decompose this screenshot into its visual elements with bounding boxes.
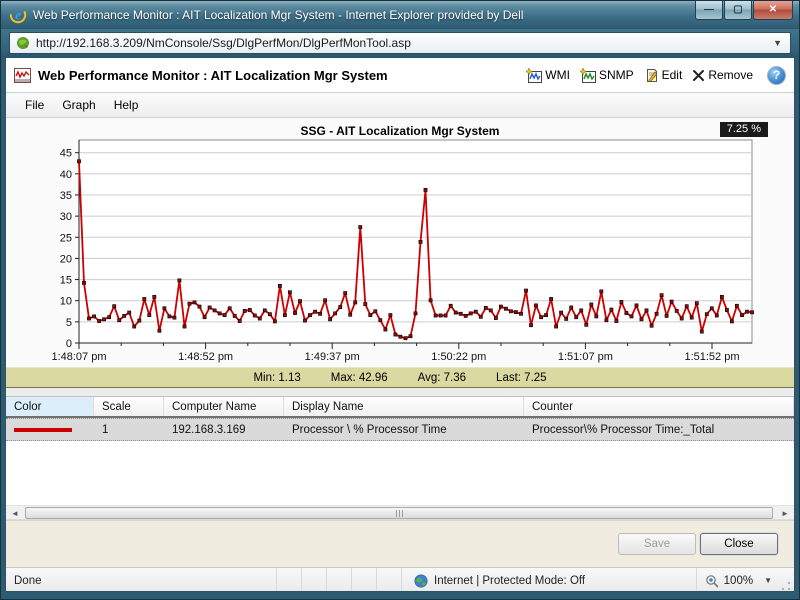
status-pane: [276, 568, 301, 592]
svg-text:10: 10: [60, 296, 72, 308]
svg-text:45: 45: [60, 148, 72, 160]
status-spacer: [689, 568, 696, 592]
performance-chart-icon: [14, 68, 31, 83]
wmi-button[interactable]: WMI: [526, 68, 570, 83]
window-title: Web Performance Monitor : AIT Localizati…: [33, 8, 523, 22]
title-bar[interactable]: e Web Performance Monitor : AIT Localiza…: [1, 1, 799, 29]
svg-text:20: 20: [60, 253, 72, 265]
performance-line-chart: 0 5 10 15 20 25 30 35 40 45 1:48:07 pm 1:48:52 pm 1:…: [6, 118, 795, 367]
resize-grip[interactable]: [780, 580, 792, 592]
table-header-row: Color Scale Computer Name Display Name C…: [6, 397, 794, 418]
svg-text:15: 15: [60, 275, 72, 287]
column-header-color[interactable]: Color: [6, 397, 94, 416]
svg-text:1:48:52 pm: 1:48:52 pm: [178, 351, 233, 363]
remove-label: Remove: [708, 68, 753, 82]
svg-text:5: 5: [66, 317, 72, 329]
page-content: Web Performance Monitor : AIT Localizati…: [5, 57, 795, 592]
column-header-counter[interactable]: Counter: [524, 397, 794, 416]
edit-button[interactable]: Edit: [644, 68, 683, 83]
snmp-icon: [580, 68, 596, 83]
security-zone-text: Internet | Protected Mode: Off: [434, 575, 585, 587]
close-window-button[interactable]: ✕: [753, 1, 793, 20]
svg-text:35: 35: [60, 190, 72, 202]
zoom-magnifier-icon: [705, 574, 719, 588]
menu-graph[interactable]: Graph: [53, 95, 104, 115]
divider: [6, 388, 794, 397]
series-color-swatch: [14, 428, 72, 432]
browser-window: e Web Performance Monitor : AIT Localiza…: [0, 0, 800, 600]
table-empty-area: [6, 441, 794, 505]
site-favicon-icon: [16, 36, 30, 50]
svg-text:1:48:07 pm: 1:48:07 pm: [51, 351, 106, 363]
globe-icon: [414, 574, 428, 588]
svg-text:30: 30: [60, 211, 72, 223]
svg-text:0: 0: [66, 338, 72, 350]
url-text[interactable]: http://192.168.3.209/NmConsole/Ssg/DlgPe…: [36, 36, 771, 50]
stat-max: Max: 42.96: [331, 372, 388, 384]
zoom-control[interactable]: 100% ▼: [696, 568, 780, 592]
svg-text:1:51:52 pm: 1:51:52 pm: [684, 351, 739, 363]
close-button[interactable]: Close: [700, 533, 778, 555]
stat-last: Last: 7.25: [496, 372, 547, 384]
svg-text:25: 25: [60, 232, 72, 244]
status-pane: [376, 568, 401, 592]
chart-stats-bar: Min: 1.13 Max: 42.96 Avg: 7.36 Last: 7.2…: [6, 367, 794, 388]
cell-counter: Processor\% Processor Time:_Total: [524, 419, 794, 440]
menu-file[interactable]: File: [16, 95, 53, 115]
remove-button[interactable]: Remove: [692, 68, 753, 82]
column-header-computer-name[interactable]: Computer Name: [164, 397, 284, 416]
svg-text:1:51:07 pm: 1:51:07 pm: [558, 351, 613, 363]
minimize-button[interactable]: —: [695, 1, 723, 20]
edit-label: Edit: [662, 68, 683, 82]
status-pane: [351, 568, 376, 592]
security-zone-pane: Internet | Protected Mode: Off: [401, 568, 689, 592]
address-input[interactable]: http://192.168.3.209/NmConsole/Ssg/DlgPe…: [9, 32, 791, 54]
stat-avg: Avg: 7.36: [418, 372, 466, 384]
status-pane: [301, 568, 326, 592]
snmp-button[interactable]: SNMP: [580, 68, 634, 83]
column-header-display-name[interactable]: Display Name: [284, 397, 524, 416]
status-text: Done: [6, 568, 276, 592]
cell-computer-name: 192.168.3.169: [164, 419, 284, 440]
menu-bar: File Graph Help: [6, 93, 794, 118]
counter-table: Color Scale Computer Name Display Name C…: [6, 397, 794, 505]
maximize-button[interactable]: ▢: [724, 1, 752, 20]
wmi-label: WMI: [545, 68, 570, 82]
zoom-dropdown-icon[interactable]: ▼: [758, 576, 772, 585]
remove-x-icon: [692, 69, 705, 82]
internet-explorer-icon: e: [9, 6, 27, 24]
page-title: Web Performance Monitor : AIT Localizati…: [38, 68, 526, 83]
chart-panel: SSG - AIT Localization Mgr System 7.25 %…: [6, 118, 794, 367]
horizontal-scrollbar[interactable]: ◄ ►: [6, 505, 794, 520]
zoom-level-text: 100%: [724, 575, 753, 587]
page-header: Web Performance Monitor : AIT Localizati…: [6, 58, 794, 93]
svg-text:1:49:37 pm: 1:49:37 pm: [305, 351, 360, 363]
scroll-right-icon[interactable]: ►: [777, 507, 793, 519]
help-label: ?: [773, 68, 780, 82]
stat-min: Min: 1.13: [253, 372, 300, 384]
scroll-left-icon[interactable]: ◄: [7, 507, 23, 519]
svg-text:1:50:22 pm: 1:50:22 pm: [431, 351, 486, 363]
menu-help[interactable]: Help: [105, 95, 148, 115]
address-bar: http://192.168.3.209/NmConsole/Ssg/DlgPe…: [1, 29, 799, 57]
status-bar: Done Internet | Protected Mode: Off: [6, 567, 794, 592]
save-button[interactable]: Save: [618, 533, 696, 555]
address-dropdown-icon[interactable]: ▼: [771, 38, 784, 48]
help-button[interactable]: ?: [767, 66, 786, 85]
status-pane: [326, 568, 351, 592]
svg-text:40: 40: [60, 169, 72, 181]
column-header-scale[interactable]: Scale: [94, 397, 164, 416]
cell-scale: 1: [94, 419, 164, 440]
snmp-label: SNMP: [599, 68, 634, 82]
dialog-button-bar: Save Close: [6, 520, 794, 567]
edit-icon: [644, 68, 659, 83]
svg-text:e: e: [15, 8, 21, 23]
cell-display-name: Processor \ % Processor Time: [284, 419, 524, 440]
wmi-icon: [526, 68, 542, 83]
scrollbar-thumb[interactable]: [25, 507, 773, 519]
table-row[interactable]: 1 192.168.3.169 Processor \ % Processor …: [6, 418, 794, 441]
